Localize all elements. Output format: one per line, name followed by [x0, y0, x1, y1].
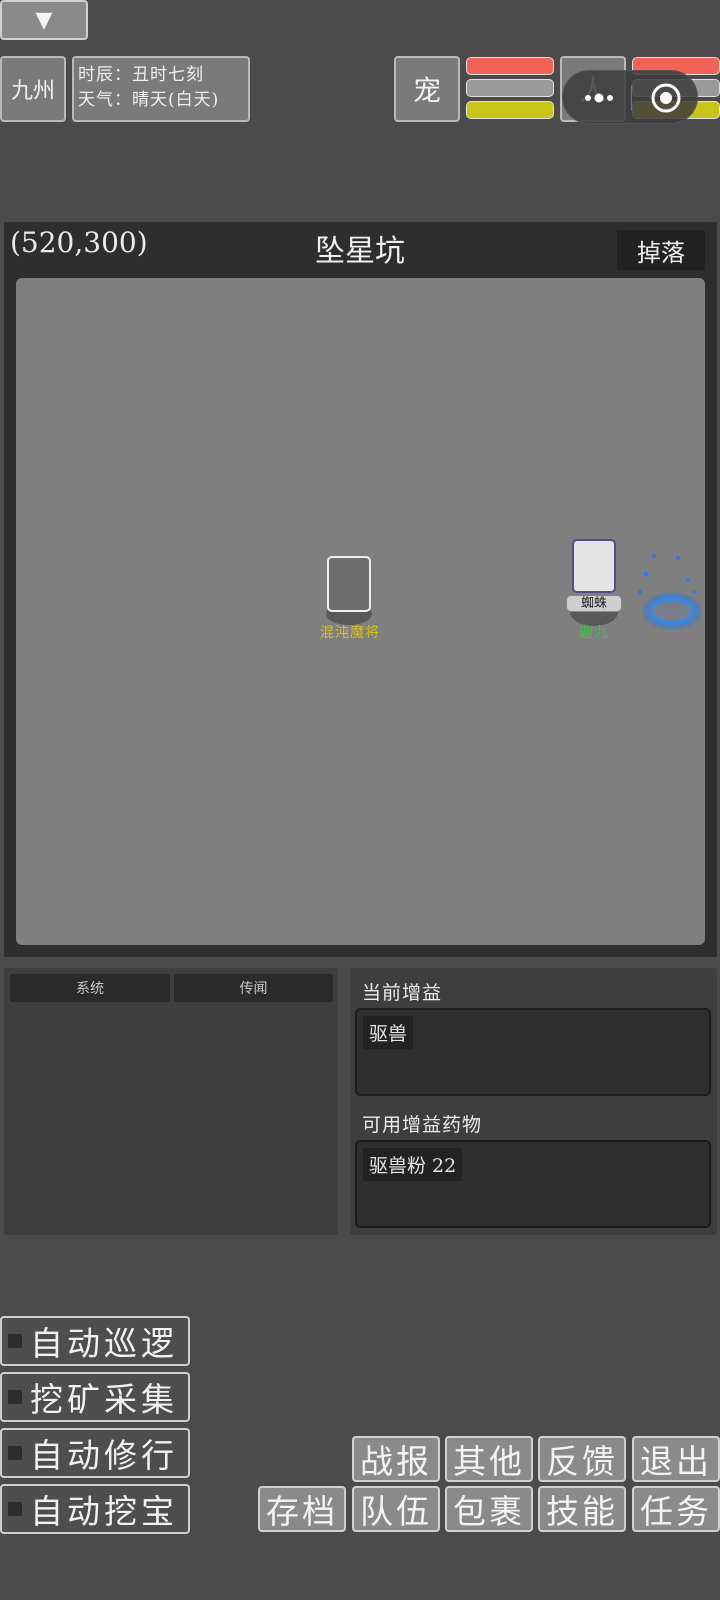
feedback-button[interactable]: 反馈	[538, 1436, 626, 1482]
auto-cultivate-toggle[interactable]: 自动修行	[0, 1428, 190, 1478]
player-card[interactable]	[572, 539, 616, 593]
team-button[interactable]: 队伍	[352, 1486, 440, 1532]
pet-hp-bar	[466, 57, 554, 75]
player-title-tag: 蜘蛛	[566, 595, 622, 612]
skills-button[interactable]: 技能	[538, 1486, 626, 1532]
game-time: 时辰：丑时七刻	[78, 65, 204, 85]
available-potions-title: 可用增益药物	[362, 1114, 483, 1136]
more-dots-icon[interactable]	[573, 71, 625, 125]
map-coordinates: (520,300)	[10, 226, 148, 259]
buff-chip[interactable]: 驱兽	[363, 1016, 414, 1049]
tab-rumors[interactable]: 传闻	[174, 974, 333, 1002]
tab-system[interactable]: 系统	[10, 974, 170, 1002]
toggle-label: 挖矿采集	[30, 1380, 178, 1419]
checkbox-icon	[8, 1334, 22, 1348]
collapse-button[interactable]: ▼	[0, 0, 88, 40]
mini-program-capsule	[562, 70, 698, 124]
quests-button[interactable]: 任务	[632, 1486, 720, 1532]
drop-button[interactable]: 掉落	[617, 230, 705, 270]
pet-exp-bar	[466, 101, 554, 119]
auto-patrol-toggle[interactable]: 自动巡逻	[0, 1316, 190, 1366]
potion-chip[interactable]: 驱兽粉 22	[363, 1148, 463, 1181]
map-name: 坠星坑	[315, 234, 405, 269]
other-button[interactable]: 其他	[445, 1436, 533, 1482]
portal-icon[interactable]	[634, 548, 712, 638]
mining-gathering-toggle[interactable]: 挖矿采集	[0, 1372, 190, 1422]
region-button[interactable]: 九州	[0, 56, 66, 122]
target-circle-icon[interactable]	[639, 71, 693, 125]
battle-report-button[interactable]: 战报	[352, 1436, 440, 1482]
log-panel	[4, 968, 338, 1235]
pet-button[interactable]: 宠	[394, 56, 460, 122]
time-weather-panel: 时辰：丑时七刻 天气：晴天(白天)	[72, 56, 250, 122]
checkbox-icon	[8, 1446, 22, 1460]
inventory-button[interactable]: 包裹	[445, 1486, 533, 1532]
player-name: 迦九	[579, 625, 609, 641]
enemy-name: 混沌魔将	[320, 625, 380, 641]
toggle-label: 自动挖宝	[30, 1492, 178, 1531]
checkbox-icon	[8, 1390, 22, 1404]
toggle-label: 自动修行	[30, 1436, 178, 1475]
auto-treasure-toggle[interactable]: 自动挖宝	[0, 1484, 190, 1534]
save-button[interactable]: 存档	[258, 1486, 346, 1532]
weather: 天气：晴天(白天)	[78, 90, 220, 110]
current-buffs-title: 当前增益	[362, 982, 443, 1004]
toggle-label: 自动巡逻	[30, 1324, 178, 1363]
capsule-divider	[631, 85, 632, 111]
exit-button[interactable]: 退出	[632, 1436, 720, 1482]
checkbox-icon	[8, 1502, 22, 1516]
pet-mp-bar	[466, 79, 554, 97]
enemy-card[interactable]	[327, 556, 371, 612]
